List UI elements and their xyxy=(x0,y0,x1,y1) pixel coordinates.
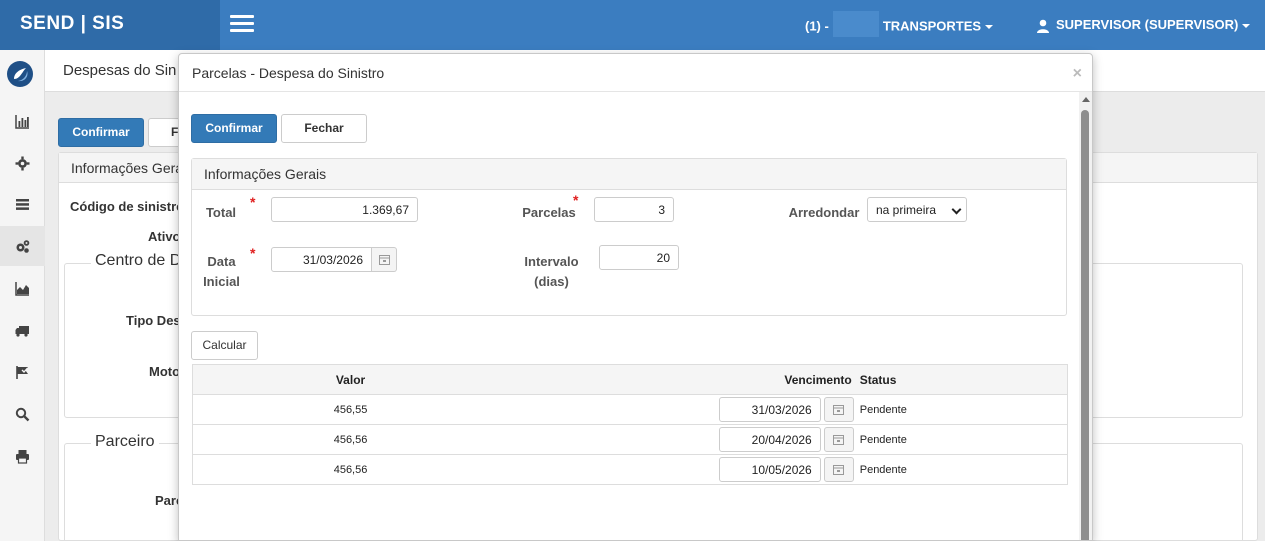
row-status: Pendente xyxy=(853,454,1068,485)
installments-input[interactable]: 3 xyxy=(594,197,674,222)
redacted-block xyxy=(832,11,879,37)
due-date-calendar-button[interactable] xyxy=(823,397,854,422)
installments-table: Valor Vencimento Status 456,55 31/03/202… xyxy=(192,364,1068,485)
sidebar-item-charts[interactable] xyxy=(0,268,45,308)
row-value: 456,56 xyxy=(192,424,509,455)
column-header-value[interactable]: Valor xyxy=(192,364,509,395)
area-chart-icon xyxy=(15,281,29,296)
cost-center-legend: Centro de D xyxy=(91,252,186,270)
calendar-icon xyxy=(833,405,845,415)
column-header-due-date[interactable]: Vencimento xyxy=(508,364,854,395)
general-info-panel: Informações Gerais xyxy=(191,158,1067,316)
bar-chart-icon xyxy=(15,114,29,129)
truck-icon xyxy=(15,325,29,337)
company-selector[interactable]: (1) - TRANSPORTES xyxy=(805,11,994,37)
sidebar-item-print[interactable] xyxy=(0,436,45,476)
required-marker: * xyxy=(573,192,579,208)
due-date-input[interactable]: 20/04/2026 xyxy=(718,427,821,452)
top-navbar: SEND | SIS (1) - TRANSPORTES SUPERVISOR (… xyxy=(0,0,1265,50)
rounding-select[interactable]: na primeira xyxy=(867,197,967,222)
row-value: 456,56 xyxy=(192,454,509,485)
start-date-input[interactable]: 31/03/2026 xyxy=(271,247,372,272)
interval-label: Intervalo (dias) xyxy=(519,252,584,292)
interval-input[interactable]: 20 xyxy=(599,245,679,270)
user-menu[interactable]: SUPERVISOR (SUPERVISOR) xyxy=(1036,17,1251,33)
sidebar-item-settings[interactable] xyxy=(0,143,45,183)
total-input[interactable]: 1.369,67 xyxy=(271,197,418,222)
installments-modal: Parcelas - Despesa do Sinistro × Confirm… xyxy=(178,53,1093,541)
row-due-date-cell: 20/04/2026 xyxy=(508,424,854,455)
start-date-label-line2: Inicial xyxy=(203,274,240,289)
claim-code-label: Código de sinistro xyxy=(70,199,185,214)
calculate-button[interactable]: Calcular xyxy=(191,331,258,360)
modal-scrollbar[interactable] xyxy=(1079,92,1092,540)
partner-legend: Parceiro xyxy=(91,433,159,451)
total-label: Total xyxy=(205,205,237,220)
calendar-icon xyxy=(833,465,845,475)
modal-title: Parcelas - Despesa do Sinistro xyxy=(192,65,385,81)
user-name: SUPERVISOR (SUPERVISOR) xyxy=(1056,17,1239,32)
gears-icon xyxy=(16,239,30,253)
scroll-up-arrow-icon[interactable] xyxy=(1082,97,1090,102)
gear-icon xyxy=(15,156,30,170)
modal-close-button[interactable]: Fechar xyxy=(281,114,367,143)
calendar-icon xyxy=(833,435,845,445)
rounding-value: na primeira xyxy=(876,203,937,217)
due-date-calendar-button[interactable] xyxy=(823,427,854,452)
reason-label: Moto xyxy=(149,364,181,379)
table-row: 456,55 31/03/2026 Pendente xyxy=(192,394,1068,425)
start-date-label: Data Inicial xyxy=(199,252,244,292)
chevron-down-icon xyxy=(951,204,962,215)
start-date-calendar-button[interactable] xyxy=(372,247,397,272)
rounding-label: Arredondar xyxy=(788,205,860,220)
close-icon[interactable]: × xyxy=(1073,65,1082,83)
table-header-row: Valor Vencimento Status xyxy=(192,364,1068,395)
due-date-input[interactable]: 31/03/2026 xyxy=(718,397,821,422)
company-prefix: (1) - xyxy=(805,18,829,34)
required-marker: * xyxy=(250,245,256,261)
brand-logo[interactable]: SEND | SIS xyxy=(0,0,220,50)
search-icon xyxy=(15,407,30,421)
start-date-label-line1: Data xyxy=(207,254,236,269)
modal-header: Parcelas - Despesa do Sinistro × xyxy=(179,54,1092,92)
scroll-thumb[interactable] xyxy=(1081,110,1089,540)
due-date-input[interactable]: 10/05/2026 xyxy=(718,457,821,482)
caret-down-icon xyxy=(1242,23,1251,28)
installments-label: Parcelas xyxy=(522,205,576,220)
expense-type-label: Tipo Des xyxy=(126,313,181,328)
interval-label-line2: (dias) xyxy=(534,274,569,289)
app-logo-icon xyxy=(7,61,33,87)
sidebar-item-transport[interactable] xyxy=(0,310,45,350)
row-due-date-cell: 31/03/2026 xyxy=(508,394,854,425)
sidebar xyxy=(0,50,45,541)
modal-confirm-button[interactable]: Confirmar xyxy=(191,114,277,143)
caret-down-icon xyxy=(985,25,994,29)
interval-label-line1: Intervalo xyxy=(524,254,579,269)
sidebar-item-reports[interactable] xyxy=(0,101,45,141)
active-label: Ativo xyxy=(148,229,181,244)
sidebar-item-config[interactable] xyxy=(0,226,45,266)
row-status: Pendente xyxy=(853,394,1068,425)
sidebar-item-flags[interactable] xyxy=(0,352,45,392)
row-value: 456,55 xyxy=(192,394,509,425)
flag-icon xyxy=(16,365,28,379)
column-header-status[interactable]: Status xyxy=(853,364,1068,395)
confirm-button[interactable]: Confirmar xyxy=(58,118,144,147)
sidebar-item-lists[interactable] xyxy=(0,184,45,224)
list-icon xyxy=(16,198,29,210)
calendar-icon xyxy=(378,255,390,265)
table-row: 456,56 20/04/2026 Pendente xyxy=(192,424,1068,455)
row-due-date-cell: 10/05/2026 xyxy=(508,454,854,485)
page-title: Despesas do Sin xyxy=(63,62,177,79)
user-icon xyxy=(1037,19,1049,33)
company-name: TRANSPORTES xyxy=(882,18,982,34)
row-status: Pendente xyxy=(853,424,1068,455)
print-icon xyxy=(16,449,29,464)
sidebar-item-search[interactable] xyxy=(0,394,45,434)
hamburger-menu-icon[interactable] xyxy=(230,15,254,33)
panel-title: Informações Gerais xyxy=(192,159,1066,190)
required-marker: * xyxy=(250,194,256,210)
table-row: 456,56 10/05/2026 Pendente xyxy=(192,454,1068,485)
due-date-calendar-button[interactable] xyxy=(823,457,854,482)
